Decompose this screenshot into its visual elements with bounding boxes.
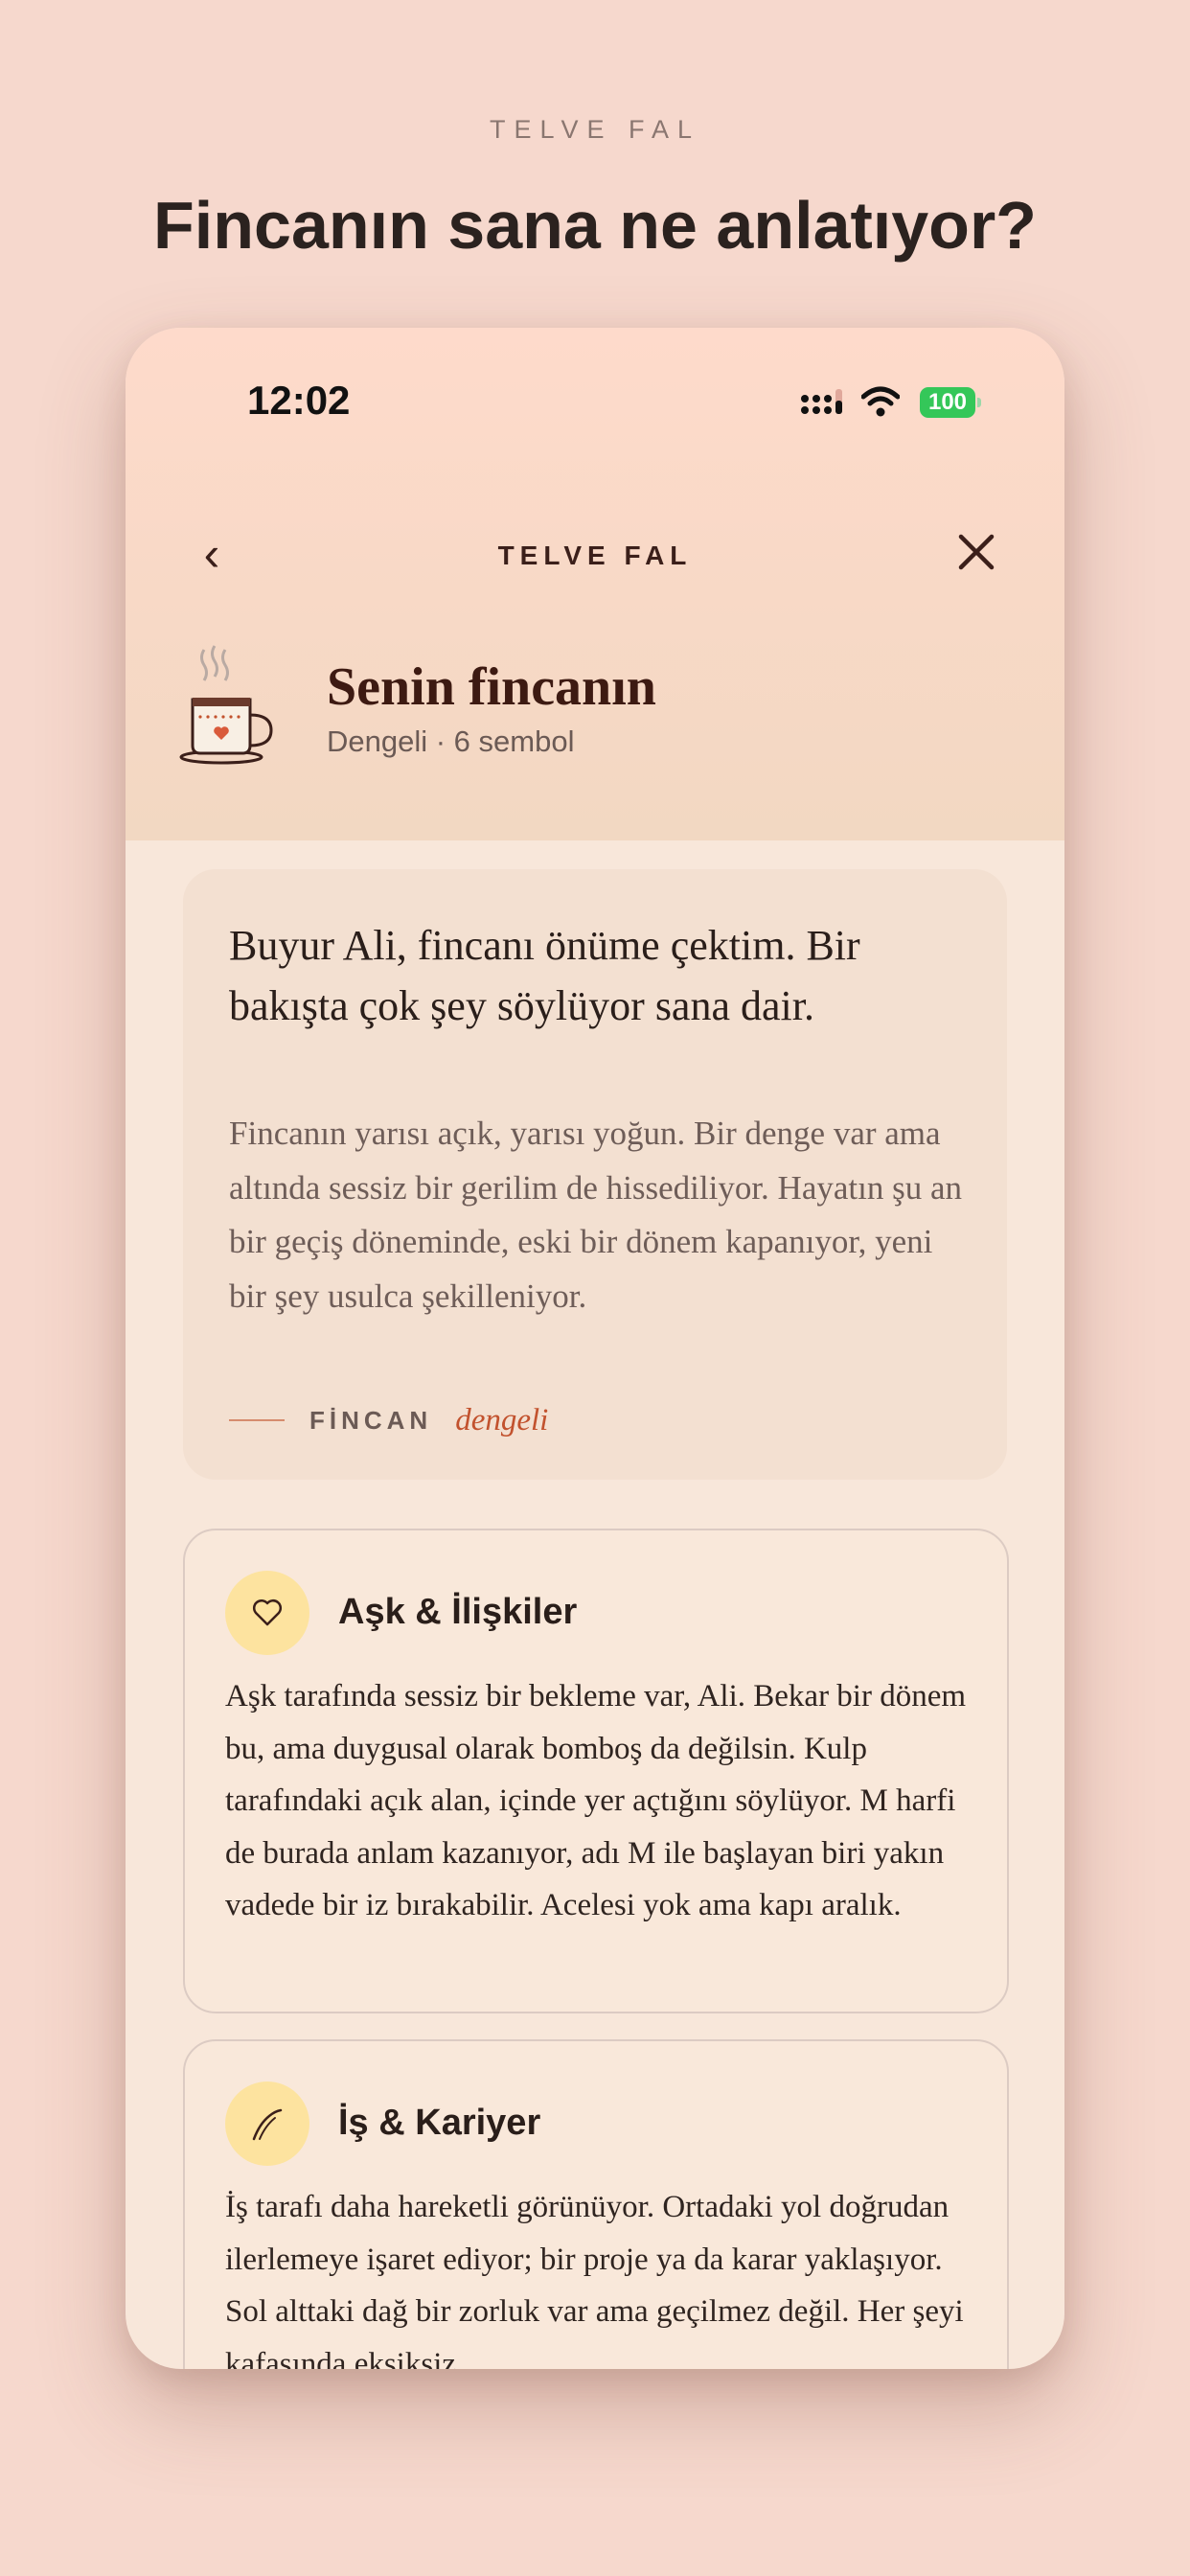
coffee-cup-icon	[179, 645, 273, 765]
tag-divider	[229, 1419, 285, 1421]
status-time: 12:02	[247, 378, 351, 423]
battery-indicator: 100	[920, 387, 981, 418]
cellular-signal-icon	[801, 389, 842, 414]
icon-badge	[225, 2082, 309, 2166]
reading-title: Senin fincanın	[327, 657, 656, 717]
phone-screen: 12:02 100 ‹ TELVE FAL Senin fincanın Den…	[126, 328, 1064, 2369]
icon-badge	[225, 1571, 309, 1655]
app-eyebrow: TELVE FAL	[489, 115, 701, 144]
section-text: Aşk tarafında sessiz bir bekleme var, Al…	[225, 1679, 967, 1922]
nav-title: TELVE FAL	[497, 540, 693, 570]
section-card-love[interactable]: Aşk & İlişkiler Aşk tarafında sessiz bir…	[183, 1529, 1009, 2013]
intro-body: Fincanın yarısı açık, yarısı yoğun. Bir …	[229, 1115, 962, 1315]
wifi-icon	[861, 386, 900, 417]
close-icon[interactable]	[955, 531, 997, 573]
intro-card: Buyur Ali, fincanı önüme çektim. Bir bak…	[183, 869, 1007, 1480]
header-area: 12:02 100 ‹ TELVE FAL Senin fincanın Den…	[126, 328, 1064, 840]
tag-value: dengeli	[455, 1402, 549, 1438]
reading-subtitle: Dengeli · 6 sembol	[327, 724, 575, 758]
section-text: İş tarafı daha hareketli görünüyor. Orta…	[225, 2190, 964, 2369]
section-title: İş & Kariyer	[338, 2103, 541, 2143]
cup-tag: FİNCAN dengeli	[229, 1401, 548, 1439]
section-title: Aşk & İlişkiler	[338, 1592, 578, 1632]
intro-heading: Buyur Ali, fincanı önüme çektim. Bir bak…	[229, 922, 860, 1029]
section-card-career[interactable]: İş & Kariyer İş tarafı daha hareketli gö…	[183, 2039, 1009, 2369]
tag-label: FİNCAN	[309, 1405, 433, 1435]
marketing-headline: Fincanın sana ne anlatıyor?	[153, 188, 1037, 263]
heart-icon	[252, 1598, 283, 1626]
path-icon	[252, 2108, 283, 2141]
